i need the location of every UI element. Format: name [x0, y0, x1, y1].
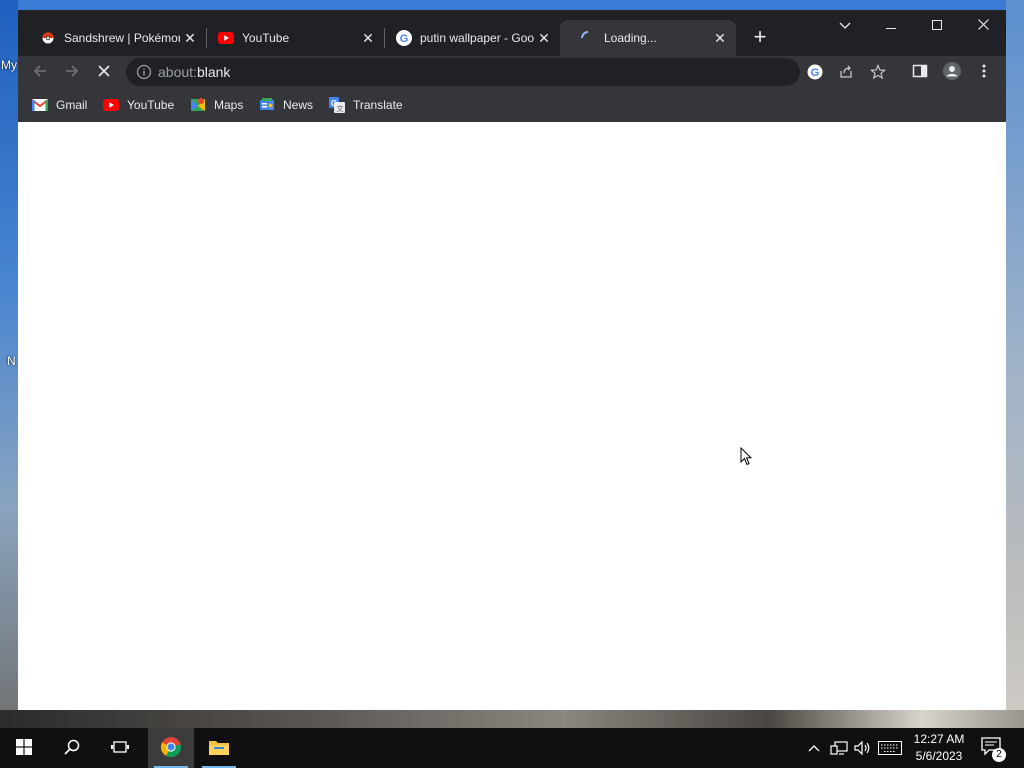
tab-strip: Sandshrew | Pokémon ✕ YouTube ✕ G putin … — [18, 10, 1006, 56]
forward-button[interactable] — [60, 60, 84, 84]
search-icon — [64, 739, 80, 758]
bookmarks-bar: Gmail YouTube Maps News G文 Translate — [18, 88, 1006, 123]
close-icon[interactable]: ✕ — [710, 28, 730, 48]
tab-title: putin wallpaper - Google Search — [420, 31, 534, 45]
menu-button[interactable] — [973, 61, 995, 83]
svg-text:G: G — [811, 67, 820, 79]
close-icon[interactable]: ✕ — [534, 28, 554, 48]
minimize-icon — [886, 19, 896, 33]
notification-count-badge: 2 — [992, 748, 1006, 762]
close-icon — [98, 64, 110, 80]
tab-sandshrew[interactable]: Sandshrew | Pokémon ✕ — [20, 20, 206, 56]
side-panel-button[interactable] — [909, 61, 931, 83]
desktop-wallpaper-right — [1006, 0, 1024, 728]
close-icon[interactable]: ✕ — [180, 28, 200, 48]
task-view-icon — [111, 739, 129, 758]
chrome-icon — [160, 736, 182, 761]
desktop-wallpaper-bottom — [0, 710, 1024, 728]
star-icon[interactable] — [869, 63, 887, 81]
loading-spinner-icon — [580, 30, 596, 46]
maximize-button[interactable] — [914, 10, 960, 42]
tab-title: Loading... — [604, 31, 657, 45]
close-window-button[interactable] — [960, 10, 1006, 42]
tab-google-search[interactable]: G putin wallpaper - Google Search ✕ — [376, 20, 560, 56]
keyboard-icon[interactable] — [878, 738, 902, 758]
arrow-left-icon — [32, 63, 48, 82]
youtube-icon — [218, 30, 234, 46]
page-content[interactable] — [18, 122, 1006, 710]
browser-toolbar: about:blank G — [18, 56, 1006, 88]
gmail-icon — [32, 97, 48, 113]
windows-logo-icon — [16, 738, 32, 758]
pokeball-icon — [40, 30, 56, 46]
translate-icon: G文 — [329, 97, 345, 113]
tab-title: Sandshrew | Pokémon — [64, 31, 180, 45]
address-text[interactable]: about:blank — [158, 64, 230, 80]
arrow-right-icon — [64, 63, 80, 82]
person-icon — [943, 61, 961, 83]
news-icon — [259, 97, 275, 113]
info-icon[interactable] — [136, 64, 152, 80]
bookmark-youtube[interactable]: YouTube — [103, 96, 174, 114]
share-icon[interactable] — [837, 63, 855, 81]
clock-date: 5/6/2023 — [915, 749, 963, 763]
close-icon — [977, 19, 989, 33]
tab-loading[interactable]: Loading... ✕ — [560, 20, 736, 56]
chevron-up-icon[interactable] — [806, 738, 822, 758]
bookmark-label: YouTube — [127, 98, 175, 112]
mouse-cursor-icon — [740, 446, 753, 469]
profile-button[interactable] — [941, 61, 963, 83]
svg-text:G: G — [400, 33, 409, 45]
google-lens-icon[interactable]: G — [806, 63, 824, 81]
address-bar[interactable]: about:blank G — [126, 58, 886, 86]
clock-time: 12:27 AM — [913, 732, 965, 746]
maps-icon — [190, 97, 206, 113]
bookmark-label: Gmail — [56, 98, 88, 112]
desktop-icon-label[interactable]: N — [7, 354, 16, 368]
bookmark-label: News — [283, 98, 314, 112]
tab-youtube[interactable]: YouTube ✕ — [198, 20, 384, 56]
folder-icon — [208, 738, 230, 759]
new-tab-button[interactable]: + — [748, 26, 772, 50]
chevron-down-icon — [839, 19, 851, 33]
close-icon[interactable]: ✕ — [358, 28, 378, 48]
desktop-icon-label[interactable]: My — [1, 58, 17, 72]
system-clock[interactable]: 12:27 AM 5/6/2023 — [906, 731, 972, 765]
bookmark-translate[interactable]: G文 Translate — [329, 96, 403, 114]
side-panel-icon — [912, 63, 928, 82]
address-scheme: about: — [158, 64, 197, 80]
taskbar-chrome[interactable] — [148, 728, 194, 768]
taskbar: 12:27 AM 5/6/2023 2 — [0, 728, 1024, 768]
address-host: blank — [196, 64, 231, 80]
network-icon[interactable] — [830, 738, 848, 758]
back-button[interactable] — [28, 60, 52, 84]
bookmark-label: Translate — [353, 98, 403, 112]
bookmark-news[interactable]: News — [259, 96, 313, 114]
tab-search-button[interactable] — [822, 10, 868, 42]
stop-loading-button[interactable] — [92, 60, 116, 84]
minimize-button[interactable] — [868, 10, 914, 42]
search-button[interactable] — [48, 728, 96, 768]
volume-icon[interactable] — [854, 738, 872, 758]
taskbar-file-explorer[interactable] — [196, 728, 242, 768]
bookmark-gmail[interactable]: Gmail — [32, 96, 87, 114]
start-button[interactable] — [0, 728, 48, 768]
bookmark-maps[interactable]: Maps — [190, 96, 243, 114]
maximize-icon — [932, 19, 942, 33]
tab-title: YouTube — [242, 31, 290, 45]
svg-text:文: 文 — [337, 104, 344, 113]
task-view-button[interactable] — [96, 728, 144, 768]
kebab-menu-icon — [982, 64, 986, 81]
google-icon: G — [396, 30, 412, 46]
bookmark-label: Maps — [214, 98, 244, 112]
youtube-icon — [103, 97, 119, 113]
browser-window: Sandshrew | Pokémon ✕ YouTube ✕ G putin … — [18, 10, 1006, 710]
